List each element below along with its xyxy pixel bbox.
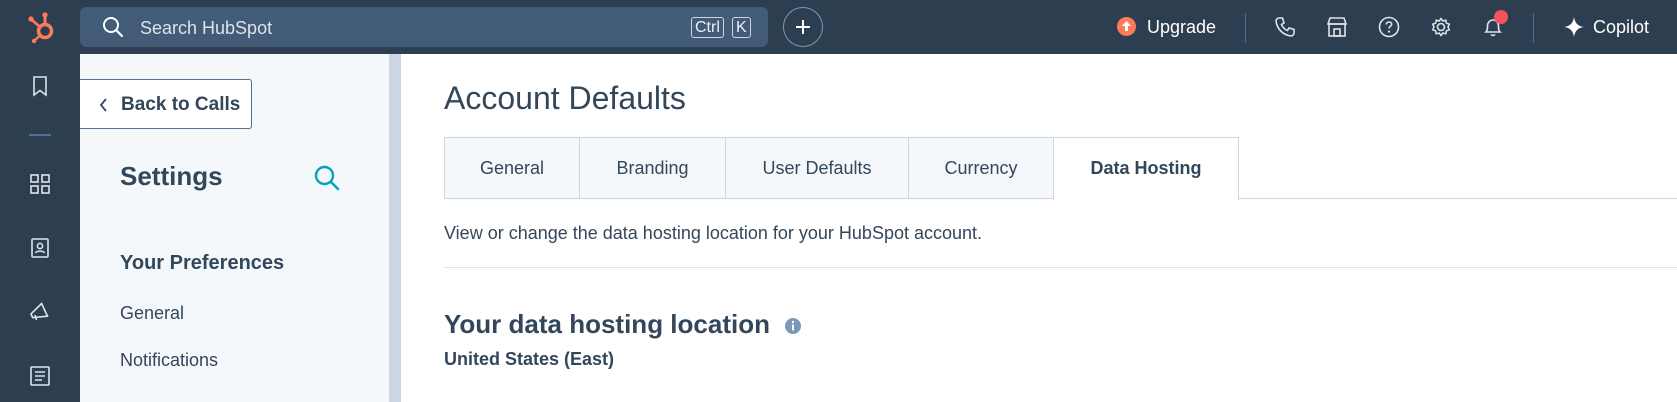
apps-grid-icon[interactable] (28, 172, 52, 196)
section-divider (444, 267, 1677, 268)
shortcut-k-key: K (732, 17, 751, 38)
hubspot-logo-icon[interactable] (24, 10, 60, 46)
contacts-icon[interactable] (28, 236, 52, 260)
sparkle-icon (1563, 16, 1585, 43)
create-new-button[interactable] (783, 7, 823, 47)
content-icon[interactable] (28, 364, 52, 388)
back-button-label: Back to Calls (121, 94, 241, 115)
tab-description: View or change the data hosting location… (444, 223, 983, 243)
data-hosting-location-heading: Your data hosting location (444, 309, 770, 339)
tab-branding[interactable]: Branding (579, 137, 726, 199)
page-title: Account Defaults (444, 80, 686, 116)
marketplace-icon[interactable] (1325, 15, 1349, 39)
sidebar-item-general[interactable]: General (120, 303, 184, 324)
settings-search-icon[interactable] (313, 164, 341, 192)
tab-general[interactable]: General (444, 137, 580, 199)
nav-divider (29, 134, 51, 136)
left-navigation-rail (0, 54, 80, 402)
upgrade-label: Upgrade (1147, 17, 1217, 37)
upgrade-arrow-icon (1117, 17, 1136, 36)
sidebar-scrollbar[interactable] (389, 54, 401, 402)
search-placeholder: Search HubSpot (140, 18, 273, 38)
phone-icon[interactable] (1273, 15, 1297, 39)
marketing-megaphone-icon[interactable] (28, 300, 52, 324)
tab-user-defaults[interactable]: User Defaults (725, 137, 909, 199)
plus-icon (796, 20, 810, 34)
tab-currency[interactable]: Currency (908, 137, 1054, 199)
chevron-left-icon (98, 97, 108, 118)
search-icon (102, 16, 124, 38)
info-icon[interactable] (784, 317, 802, 335)
topbar-divider (1245, 13, 1246, 43)
top-navigation-bar: Search HubSpot Ctrl K Upgrade Copilot (0, 0, 1677, 54)
tab-data-hosting[interactable]: Data Hosting (1053, 137, 1239, 200)
gear-icon[interactable] (1429, 15, 1453, 39)
copilot-label: Copilot (1593, 17, 1650, 37)
settings-title: Settings (120, 161, 223, 191)
data-hosting-location-value: United States (East) (444, 349, 615, 369)
bookmark-icon[interactable] (28, 74, 52, 98)
sidebar-item-notifications[interactable]: Notifications (120, 350, 218, 371)
shortcut-ctrl-key: Ctrl (691, 17, 724, 38)
help-icon[interactable] (1377, 15, 1401, 39)
topbar-divider (1533, 13, 1534, 43)
back-to-calls-button[interactable]: Back to Calls (80, 79, 252, 129)
your-preferences-heading: Your Preferences (120, 252, 285, 274)
global-search-input[interactable]: Search HubSpot Ctrl K (80, 7, 768, 47)
notification-badge (1494, 10, 1508, 24)
